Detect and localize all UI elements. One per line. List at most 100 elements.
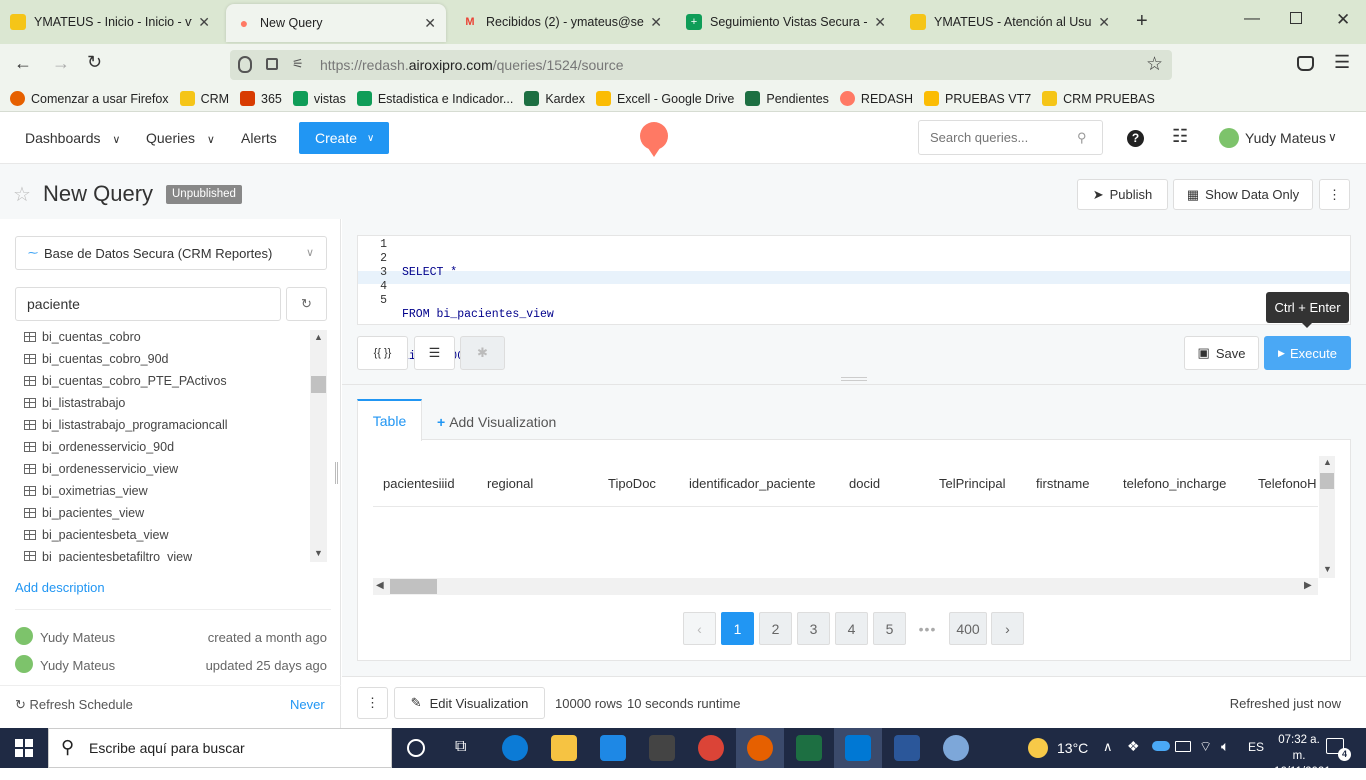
- query-editor[interactable]: 1 2 3 4 5 SELECT * FROM bi_pacientes_vie…: [357, 235, 1351, 363]
- chevron-up-icon[interactable]: ∧: [1103, 739, 1113, 755]
- prev-page-button[interactable]: ‹: [683, 612, 716, 645]
- close-tab-icon[interactable]: ✕: [874, 14, 886, 31]
- store-icon[interactable]: [649, 735, 675, 761]
- page-button[interactable]: 3: [797, 612, 830, 645]
- next-page-button[interactable]: ›: [991, 612, 1024, 645]
- permissions-icon[interactable]: ⚟: [292, 56, 304, 72]
- avatar[interactable]: [1219, 128, 1239, 148]
- scrollbar-thumb[interactable]: [311, 376, 326, 393]
- search-queries-input[interactable]: [918, 120, 1103, 155]
- column-header[interactable]: telefono_incharge: [1123, 476, 1226, 491]
- more-options-button[interactable]: ⋮: [1319, 179, 1350, 210]
- firefox-icon[interactable]: [747, 735, 773, 761]
- schema-table-item[interactable]: bi_cuentas_cobro_90d: [24, 352, 169, 366]
- bookmark[interactable]: Comenzar a usar Firefox: [10, 91, 169, 106]
- bookmark[interactable]: Estadistica e Indicador...: [356, 91, 513, 106]
- schema-table-item[interactable]: bi_pacientesbeta_view: [24, 528, 168, 542]
- schema-table-item[interactable]: bi_ordenesservicio_90d: [24, 440, 174, 454]
- refresh-schema-button[interactable]: ↻: [286, 287, 327, 321]
- schema-table-item[interactable]: bi_listastrabajo_programacioncall: [24, 418, 228, 432]
- close-tab-icon[interactable]: ✕: [650, 14, 662, 31]
- scroll-down-icon[interactable]: ▼: [314, 548, 323, 558]
- temperature[interactable]: 13°C: [1057, 740, 1088, 756]
- editor-resize-handle[interactable]: [841, 377, 867, 381]
- more-options-button[interactable]: ⋮: [357, 687, 388, 719]
- browser-tab[interactable]: M Recibidos (2) - ymateus@secur ✕: [452, 6, 672, 38]
- close-tab-icon[interactable]: ✕: [1098, 14, 1110, 31]
- chrome-icon[interactable]: [698, 735, 724, 761]
- word-icon[interactable]: [894, 735, 920, 761]
- execute-button[interactable]: ▶ Execute: [1264, 336, 1351, 370]
- wifi-icon[interactable]: ⌔: [1199, 738, 1212, 756]
- dropbox-icon[interactable]: ❖: [1127, 738, 1140, 755]
- publish-button[interactable]: ➤ Publish: [1077, 179, 1168, 210]
- page-button[interactable]: 400: [949, 612, 987, 645]
- outlook-icon[interactable]: [845, 735, 871, 761]
- battery-icon[interactable]: [1175, 741, 1191, 752]
- scroll-left-icon[interactable]: ◀: [376, 580, 384, 591]
- menu-icon[interactable]: ☰: [1334, 52, 1350, 73]
- nav-alerts[interactable]: Alerts: [241, 130, 277, 146]
- excel-icon[interactable]: [796, 735, 822, 761]
- reload-icon[interactable]: ↻: [87, 52, 102, 73]
- close-window-icon[interactable]: ✕: [1336, 10, 1350, 30]
- schema-table-item[interactable]: bi_listastrabajo: [24, 396, 125, 410]
- bookmark[interactable]: Kardex: [524, 91, 585, 106]
- bookmark[interactable]: vistas: [292, 91, 346, 106]
- search-icon[interactable]: ⚲: [1077, 130, 1087, 146]
- clock[interactable]: 07:32 a. m. 16/11/2021: [1274, 732, 1331, 780]
- column-header[interactable]: TipoDoc: [608, 476, 656, 491]
- page-button-active[interactable]: 1: [721, 612, 754, 645]
- scroll-up-icon[interactable]: ▲: [314, 332, 323, 342]
- schema-table-item[interactable]: bi_ordenesservicio_view: [24, 462, 178, 476]
- datasource-select[interactable]: ⁓ Base de Datos Secura (CRM Reportes) ∨: [15, 236, 327, 270]
- format-query-button[interactable]: ☰: [414, 336, 455, 370]
- task-view-icon[interactable]: ⧉: [455, 738, 466, 756]
- browser-tab-active[interactable]: ● New Query ✕: [226, 4, 446, 42]
- taskbar-search[interactable]: ⚲ Escribe aquí para buscar: [48, 728, 392, 768]
- page-button[interactable]: 4: [835, 612, 868, 645]
- chevron-down-icon[interactable]: ∨: [1328, 130, 1337, 144]
- results-horizontal-scrollbar[interactable]: ◀ ▶: [373, 578, 1318, 595]
- url-bar[interactable]: ⚟ https://redash.airoxipro.com/queries/1…: [230, 50, 1172, 80]
- show-data-only-button[interactable]: ▦ Show Data Only: [1173, 179, 1313, 210]
- onedrive-icon[interactable]: [1152, 741, 1170, 751]
- column-header[interactable]: TelPrincipal: [939, 476, 1005, 491]
- save-button[interactable]: ▣ Save: [1184, 336, 1259, 370]
- new-tab-icon[interactable]: +: [1136, 10, 1148, 33]
- lock-icon[interactable]: [266, 58, 278, 70]
- browser-tab[interactable]: + Seguimiento Vistas Secura - Ho ✕: [676, 6, 896, 38]
- settings-sliders-icon[interactable]: ☷: [1172, 126, 1188, 147]
- restore-icon[interactable]: [1290, 12, 1302, 24]
- add-description-link[interactable]: Add description: [15, 580, 105, 595]
- forward-icon[interactable]: →: [52, 53, 70, 74]
- scroll-up-icon[interactable]: ▲: [1323, 457, 1332, 467]
- bookmark[interactable]: PRUEBAS VT7: [924, 91, 1031, 106]
- create-button[interactable]: Create ∨: [299, 122, 389, 154]
- column-header[interactable]: firstname: [1036, 476, 1089, 491]
- scrollbar-thumb[interactable]: [390, 579, 437, 594]
- back-icon[interactable]: ←: [14, 53, 32, 74]
- minimize-icon[interactable]: —: [1244, 10, 1260, 28]
- paint-icon[interactable]: [943, 735, 969, 761]
- redash-logo-icon[interactable]: [640, 122, 668, 150]
- scroll-right-icon[interactable]: ▶: [1304, 580, 1312, 591]
- tab-table[interactable]: Table: [357, 399, 422, 441]
- page-ellipsis[interactable]: •••: [911, 612, 944, 645]
- close-tab-icon[interactable]: ✕: [424, 15, 436, 32]
- column-header[interactable]: docid: [849, 476, 880, 491]
- schema-search-input[interactable]: paciente: [15, 287, 281, 321]
- panel-resize-handle[interactable]: [335, 462, 338, 484]
- edge-icon[interactable]: [502, 735, 528, 761]
- schema-table-item[interactable]: bi_cuentas_cobro_PTE_PActivos: [24, 374, 227, 388]
- bookmark[interactable]: 365: [240, 91, 282, 106]
- edit-visualization-button[interactable]: ✎ Edit Visualization: [394, 687, 545, 719]
- schema-table-item[interactable]: bi_pacientesbetafiltro_view: [24, 550, 192, 562]
- bookmark[interactable]: Excell - Google Drive: [595, 91, 734, 106]
- column-header[interactable]: pacientesiiid: [383, 476, 455, 491]
- page-button[interactable]: 2: [759, 612, 792, 645]
- results-vertical-scrollbar[interactable]: ▲ ▼: [1319, 456, 1335, 578]
- column-header[interactable]: identificador_paciente: [689, 476, 815, 491]
- user-name[interactable]: Yudy Mateus: [1245, 130, 1326, 146]
- schema-table-item[interactable]: bi_oximetrias_view: [24, 484, 148, 498]
